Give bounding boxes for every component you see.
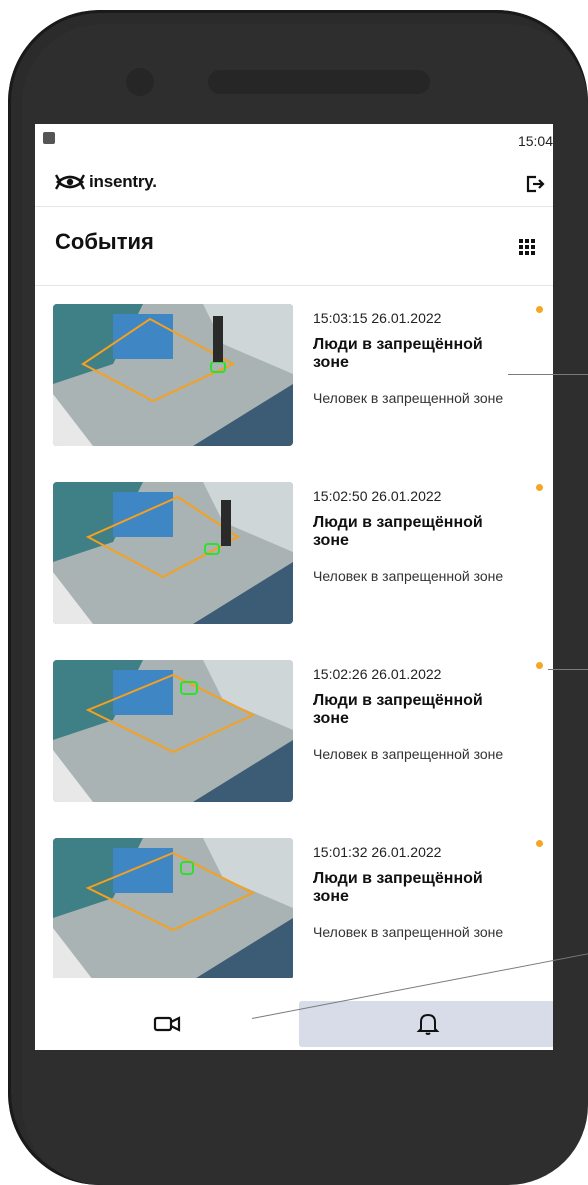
event-title: Люди в запрещённой зоне [313,336,483,371]
event-timestamp: 15:02:26 26.01.2022 [313,666,442,682]
logout-button[interactable] [519,168,551,200]
logout-icon [526,175,545,193]
event-card[interactable]: 15:01:32 26.01.2022 Люди в запрещённой з… [35,820,553,978]
event-card[interactable]: 15:02:50 26.01.2022 Люди в запрещённой з… [35,464,553,642]
front-camera [126,68,154,96]
page-title: События [55,229,154,254]
status-time: 15:04 [517,133,553,149]
unread-indicator [536,662,543,669]
annotation-line [508,374,588,375]
camera-snapshot-image [53,838,293,978]
status-bar: 15:04 [35,124,553,160]
tab-cameras[interactable] [39,1001,295,1047]
logo-text: insentry. [89,172,157,191]
event-list: 15:03:15 26.01.2022 Люди в запрещённой з… [35,286,553,978]
eye-logo-icon [55,174,85,190]
event-description: Человек в запрещенной зоне [313,746,504,762]
image-notification-icon [43,132,55,144]
event-description: Человек в запрещенной зоне [313,390,504,406]
event-thumbnail[interactable] [53,482,293,624]
event-thumbnail[interactable] [53,660,293,802]
event-title: Люди в запрещённой зоне [313,870,483,905]
unread-indicator [536,484,543,491]
annotation-line [548,669,588,670]
camera-snapshot-image [53,304,293,446]
event-title: Люди в запрещённой зоне [313,692,483,727]
grid-view-button[interactable] [511,231,543,263]
bell-icon [416,1013,440,1035]
grid-icon [519,239,535,255]
camera-snapshot-image [53,660,293,802]
unread-indicator [536,306,543,313]
app-header: insentry. [35,160,553,207]
app-screen: 15:04 insentry. События 15:03:15 26.01.2… [35,124,553,1050]
earpiece-speaker [208,70,430,94]
video-camera-icon [153,1016,181,1032]
event-thumbnail[interactable] [53,304,293,446]
event-timestamp: 15:01:32 26.01.2022 [313,844,442,860]
bottom-tab-bar [35,978,553,1050]
event-card[interactable]: 15:02:26 26.01.2022 Люди в запрещённой з… [35,642,553,820]
tab-events[interactable] [299,1001,553,1047]
event-title: Люди в запрещённой зоне [313,514,483,549]
event-description: Человек в запрещенной зоне [313,568,504,584]
unread-indicator [536,840,543,847]
page-title-bar: События [35,207,553,286]
event-thumbnail[interactable] [53,838,293,978]
event-timestamp: 15:03:15 26.01.2022 [313,310,442,326]
event-card[interactable]: 15:03:15 26.01.2022 Люди в запрещённой з… [35,286,553,464]
logo: insentry. [55,172,157,192]
event-timestamp: 15:02:50 26.01.2022 [313,488,442,504]
camera-snapshot-image [53,482,293,624]
event-description: Человек в запрещенной зоне [313,924,504,940]
